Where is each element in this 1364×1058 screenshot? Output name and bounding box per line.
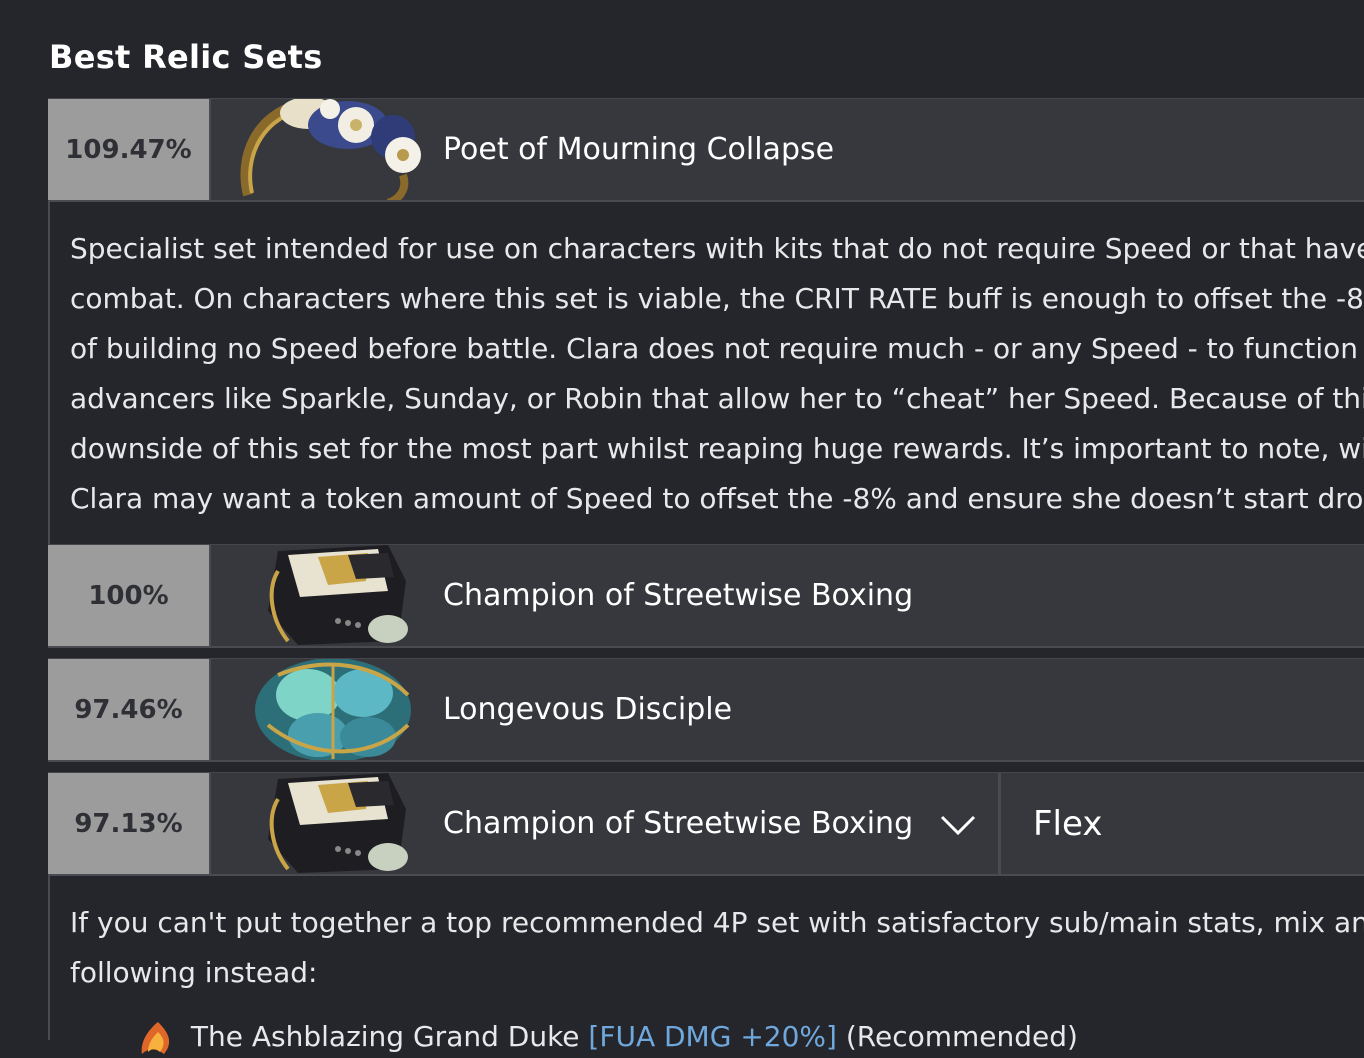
flex-label: Flex [998,773,1364,874]
relic-row[interactable]: 97.13% Champion of Streetwise Boxing Fle… [48,772,1364,876]
relic-stat-link[interactable]: [FUA DMG +20%] [588,1020,837,1053]
relic-description: Specialist set intended for use on chara… [48,202,1364,544]
relic-row[interactable]: 109.47% Poet of Mourning Collapse [48,98,1364,202]
relic-select[interactable]: Champion of Streetwise Boxing [443,773,913,874]
description-line: If you can't put together a top recommen… [70,906,1364,939]
relic-name[interactable]: Longevous Disciple [443,659,732,760]
section-title: Best Relic Sets [49,38,323,76]
description-line: advancers like Sparkle, Sunday, or Robin… [70,382,1364,415]
poet-relic-icon [240,99,421,200]
description-line: of building no Speed before battle. Clar… [70,332,1364,365]
description-line: combat. On characters where this set is … [70,282,1364,315]
chevron-down-icon[interactable] [938,807,978,841]
description-line: Clara may want a token amount of Speed t… [70,482,1364,515]
percent-badge: 97.13% [48,773,211,874]
relic-list-item: The Ashblazing Grand Duke [FUA DMG +20%]… [134,1018,1078,1058]
relic-description: If you can't put together a top recommen… [48,876,1364,1040]
relic-row[interactable]: 97.46% Longevous Disciple [48,658,1364,762]
longevous-relic-icon [255,659,411,760]
percent-badge: 109.47% [48,99,211,200]
boxing-relic-icon [268,773,408,873]
percent-badge: 100% [48,545,211,646]
relic-name[interactable]: Champion of Streetwise Boxing [443,545,913,646]
percent-badge: 97.46% [48,659,211,760]
relic-name[interactable]: Poet of Mourning Collapse [443,99,834,200]
relic-row[interactable]: 100% Champion of Streetwise Boxing [48,544,1364,648]
relic-list-name[interactable]: The Ashblazing Grand Duke [191,1020,580,1053]
ashblazing-relic-icon [141,1022,170,1054]
boxing-relic-icon [268,545,408,645]
description-line: Specialist set intended for use on chara… [70,232,1364,265]
description-line: downside of this set for the most part w… [70,432,1364,465]
relic-list-note: (Recommended) [845,1020,1078,1053]
description-line: following instead: [70,956,318,989]
